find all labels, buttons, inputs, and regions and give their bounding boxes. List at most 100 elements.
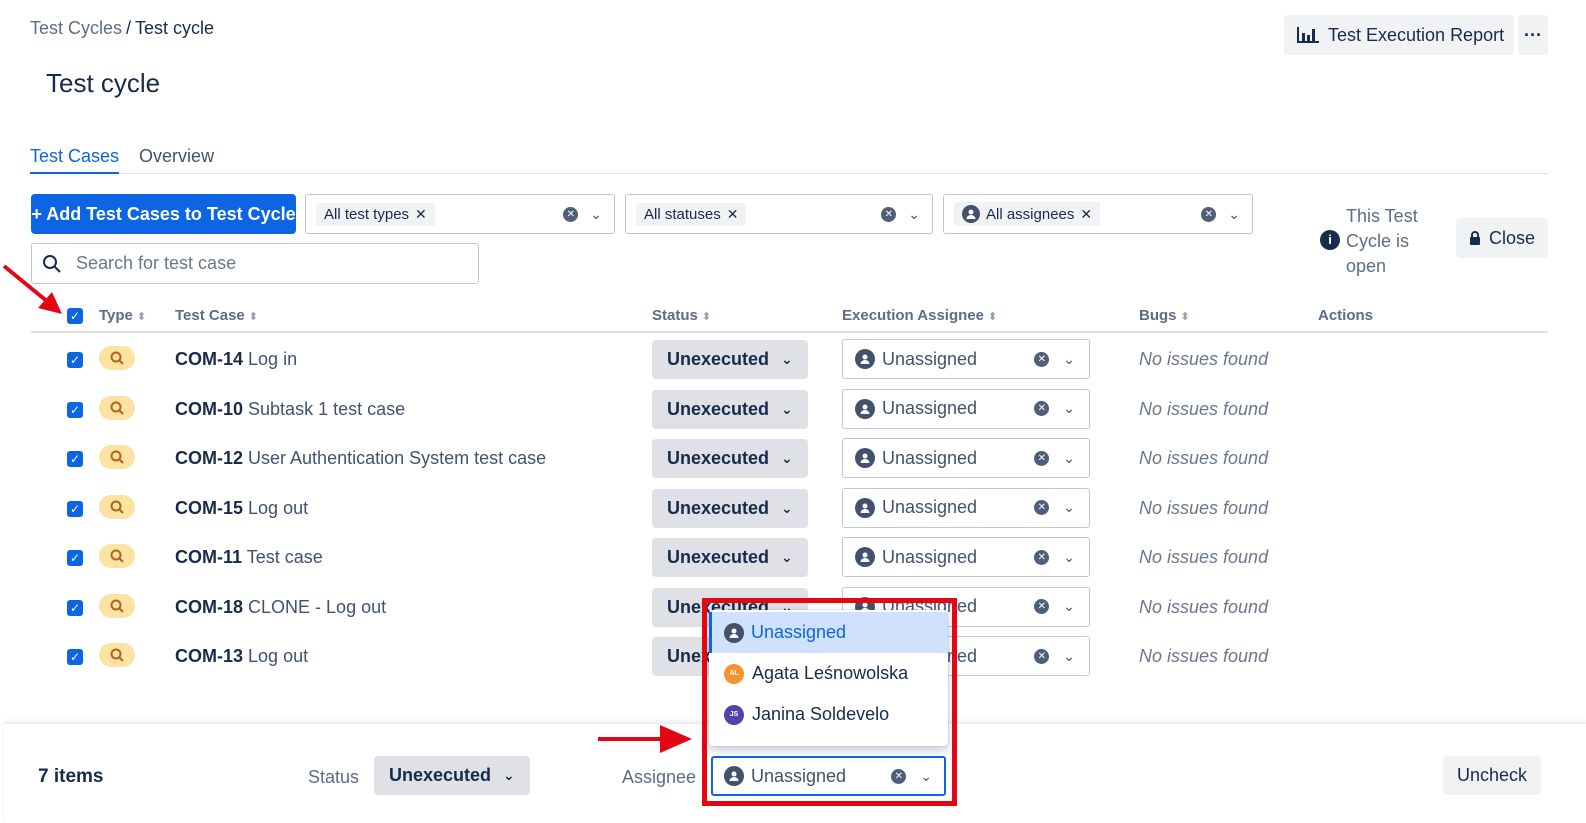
assignee-select[interactable]: Unassigned ✕ ⌄ bbox=[842, 487, 1090, 528]
tab-overview[interactable]: Overview bbox=[139, 146, 214, 174]
chevron-down-icon[interactable]: ⌄ bbox=[590, 206, 602, 223]
lock-icon bbox=[1469, 231, 1480, 245]
row-checkbox[interactable]: ✓ bbox=[67, 550, 83, 566]
column-status[interactable]: Status ⬍ bbox=[652, 307, 711, 324]
clear-icon[interactable]: ✕ bbox=[1034, 450, 1050, 466]
column-test-case[interactable]: Test Case ⬍ bbox=[175, 307, 258, 324]
column-bugs[interactable]: Bugs ⬍ bbox=[1139, 307, 1190, 324]
clear-icon[interactable]: ✕ bbox=[1034, 549, 1050, 565]
test-case-link[interactable]: COM-15 Log out bbox=[175, 498, 308, 519]
test-case-link[interactable]: COM-11 Test case bbox=[175, 547, 323, 568]
bugs-text: No issues found bbox=[1139, 596, 1269, 617]
test-case-link[interactable]: COM-14 Log in bbox=[175, 349, 297, 370]
chip-label: All test types bbox=[324, 205, 410, 223]
user-icon bbox=[855, 398, 875, 419]
test-execution-report-button[interactable]: Test Execution Report bbox=[1284, 15, 1514, 55]
chevron-down-icon[interactable]: ⌄ bbox=[1063, 598, 1075, 615]
breadcrumb-parent[interactable]: Test Cycles bbox=[30, 18, 122, 38]
sort-icon: ⬍ bbox=[701, 311, 712, 323]
test-type-badge bbox=[99, 643, 135, 667]
remove-chip-icon[interactable]: ✕ bbox=[1080, 206, 1092, 223]
test-case-key: COM-13 bbox=[175, 646, 244, 666]
clear-icon[interactable]: ✕ bbox=[881, 206, 897, 222]
assignees-filter[interactable]: All assignees ✕ ✕ ⌄ bbox=[943, 194, 1253, 234]
clear-icon[interactable]: ✕ bbox=[563, 206, 579, 222]
status-dropdown[interactable]: Unexecuted ⌄ bbox=[652, 488, 808, 528]
status-value: Unexecuted bbox=[667, 547, 770, 567]
clear-icon[interactable]: ✕ bbox=[1034, 599, 1050, 614]
uncheck-button[interactable]: Uncheck bbox=[1443, 756, 1541, 795]
statuses-filter[interactable]: All statuses ✕ ✕ ⌄ bbox=[625, 194, 933, 234]
row-checkbox[interactable]: ✓ bbox=[67, 451, 83, 467]
sort-icon: ⬍ bbox=[136, 311, 147, 323]
chevron-down-icon: ⌄ bbox=[781, 499, 793, 516]
assignee-select[interactable]: Unassigned ✕ ⌄ bbox=[842, 537, 1090, 577]
assignee-select[interactable]: Unassigned ✕ ⌄ bbox=[842, 388, 1090, 429]
chevron-down-icon[interactable]: ⌄ bbox=[1063, 549, 1075, 566]
remove-chip-icon[interactable]: ✕ bbox=[415, 206, 427, 223]
test-case-link[interactable]: COM-18 CLONE - Log out bbox=[175, 597, 386, 618]
more-actions-button[interactable]: ··· bbox=[1518, 15, 1548, 55]
row-checkbox[interactable]: ✓ bbox=[67, 352, 83, 368]
status-value: Unexecuted bbox=[667, 398, 770, 419]
row-checkbox[interactable]: ✓ bbox=[67, 401, 83, 418]
chevron-down-icon[interactable]: ⌄ bbox=[1063, 499, 1075, 516]
close-cycle-button[interactable]: Close bbox=[1456, 218, 1548, 258]
bugs-text: No issues found bbox=[1139, 349, 1269, 369]
page-title: Test cycle bbox=[46, 68, 161, 98]
chevron-down-icon: ⌄ bbox=[781, 549, 793, 565]
table-row: ✓ COM-10 Subtask 1 test case Unexecuted ⌄ Un… bbox=[0, 386, 1586, 435]
clear-icon[interactable]: ✕ bbox=[1034, 401, 1050, 416]
filter-chip: All assignees ✕ bbox=[954, 202, 1101, 226]
test-case-link[interactable]: COM-12 User Authentication System test c… bbox=[175, 448, 546, 469]
test-case-link[interactable]: COM-10 Subtask 1 test case bbox=[175, 399, 405, 420]
row-checkbox[interactable]: ✓ bbox=[67, 599, 83, 616]
assignee-select[interactable]: Unassigned ✕ ⌄ bbox=[842, 438, 1090, 478]
bulk-status-dropdown[interactable]: Unexecuted ⌄ bbox=[374, 756, 530, 795]
test-case-key: COM-18 bbox=[175, 596, 244, 617]
remove-chip-icon[interactable]: ✕ bbox=[727, 206, 739, 223]
bugs-text: No issues found bbox=[1139, 497, 1269, 518]
chevron-down-icon: ⌄ bbox=[781, 400, 793, 417]
assignee-select[interactable]: Unassigned ✕ ⌄ bbox=[842, 339, 1090, 379]
chip-label: All assignees bbox=[986, 205, 1075, 223]
row-checkbox[interactable]: ✓ bbox=[67, 649, 83, 665]
breadcrumb: Test Cycles / Test cycle bbox=[30, 18, 214, 39]
chevron-down-icon[interactable]: ⌄ bbox=[1063, 400, 1075, 417]
test-case-key: COM-14 bbox=[175, 349, 244, 369]
chevron-down-icon: ⌄ bbox=[781, 450, 793, 466]
breadcrumb-current: Test cycle bbox=[135, 18, 215, 38]
chevron-down-icon[interactable]: ⌄ bbox=[908, 206, 920, 223]
clear-icon[interactable]: ✕ bbox=[1034, 500, 1050, 515]
chevron-down-icon[interactable]: ⌄ bbox=[1063, 351, 1075, 368]
chevron-down-icon[interactable]: ⌄ bbox=[1063, 648, 1075, 665]
chevron-down-icon: ⌄ bbox=[781, 351, 793, 367]
magnifier-icon bbox=[110, 500, 124, 514]
chevron-down-icon[interactable]: ⌄ bbox=[1063, 450, 1075, 467]
test-case-name: Subtask 1 test case bbox=[248, 398, 406, 419]
clear-icon[interactable]: ✕ bbox=[1201, 206, 1217, 222]
test-type-badge bbox=[99, 494, 135, 519]
column-type[interactable]: Type ⬍ bbox=[99, 307, 146, 324]
bugs-text: No issues found bbox=[1139, 547, 1269, 567]
test-type-badge bbox=[99, 593, 135, 618]
test-case-name: User Authentication System test case bbox=[248, 448, 547, 468]
clear-icon[interactable]: ✕ bbox=[1034, 648, 1050, 664]
chevron-down-icon[interactable]: ⌄ bbox=[1228, 206, 1240, 223]
status-dropdown[interactable]: Unexecuted ⌄ bbox=[652, 538, 808, 577]
row-checkbox[interactable]: ✓ bbox=[67, 500, 83, 517]
column-execution-assignee[interactable]: Execution Assignee ⬍ bbox=[842, 307, 997, 324]
clear-icon[interactable]: ✕ bbox=[1034, 351, 1050, 367]
test-case-link[interactable]: COM-13 Log out bbox=[175, 646, 308, 667]
add-test-cases-button[interactable]: + Add Test Cases to Test Cycle bbox=[31, 194, 296, 234]
close-label: Close bbox=[1488, 227, 1536, 248]
test-types-filter[interactable]: All test types ✕ ✕ ⌄ bbox=[305, 194, 615, 234]
status-dropdown[interactable]: Unexecuted ⌄ bbox=[652, 439, 808, 478]
status-dropdown[interactable]: Unexecuted ⌄ bbox=[652, 340, 808, 379]
test-case-key: COM-12 bbox=[175, 448, 244, 468]
status-dropdown[interactable]: Unexecuted ⌄ bbox=[652, 389, 808, 429]
magnifier-icon bbox=[110, 599, 124, 613]
red-arrow-icon bbox=[598, 725, 692, 753]
search-input[interactable] bbox=[76, 253, 456, 274]
tab-test-cases[interactable]: Test Cases bbox=[30, 146, 120, 174]
